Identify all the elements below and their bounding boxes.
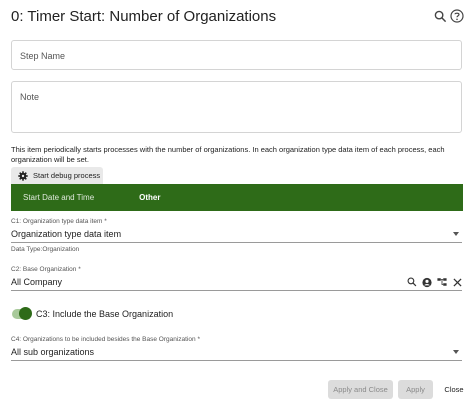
help-icon[interactable] (449, 8, 465, 24)
c2-field[interactable]: All Company (11, 274, 462, 291)
gear-icon (18, 170, 28, 181)
tab-other[interactable]: Other (139, 193, 160, 202)
tab-bar: Start Date and Time Other (11, 184, 463, 211)
search-icon[interactable] (432, 8, 448, 24)
c2-label: C2: Base Organization * (11, 266, 81, 273)
clear-icon[interactable] (452, 277, 462, 287)
search-icon[interactable] (407, 277, 417, 287)
c4-select[interactable]: All sub organizations (11, 344, 462, 361)
chevron-down-icon[interactable] (453, 350, 459, 354)
step-name-field[interactable]: Step Name (11, 40, 462, 70)
dialog-title: 0: Timer Start: Number of Organizations (11, 8, 277, 25)
apply-and-close-button[interactable]: Apply and Close (328, 380, 393, 399)
c3-label: C3: Include the Base Organization (36, 309, 174, 319)
user-icon[interactable] (422, 277, 432, 287)
step-name-placeholder: Step Name (20, 51, 66, 61)
c2-value: All Company (11, 277, 63, 287)
c1-value: Organization type data item (11, 229, 122, 239)
c3-toggle[interactable] (12, 307, 32, 320)
toggle-knob (19, 307, 32, 320)
chevron-down-icon[interactable] (453, 232, 459, 236)
c4-label: C4: Organizations to be included besides… (11, 336, 200, 343)
c1-select[interactable]: Organization type data item (11, 226, 462, 243)
close-button[interactable]: Close (440, 380, 468, 399)
c1-label: C1: Organization type data item * (11, 218, 107, 225)
apply-button[interactable]: Apply (398, 380, 433, 399)
start-debug-process-button[interactable]: Start debug process (11, 167, 103, 184)
c4-value: All sub organizations (11, 347, 95, 357)
org-chart-icon[interactable] (437, 277, 447, 287)
description-text: This item periodically starts processes … (11, 145, 445, 164)
note-field[interactable]: Note (11, 81, 462, 133)
start-debug-process-label: Start debug process (33, 171, 101, 180)
note-placeholder: Note (20, 92, 40, 102)
c1-hint: Data Type:Organization (11, 246, 80, 253)
tab-start-date-and-time[interactable]: Start Date and Time (23, 193, 94, 202)
